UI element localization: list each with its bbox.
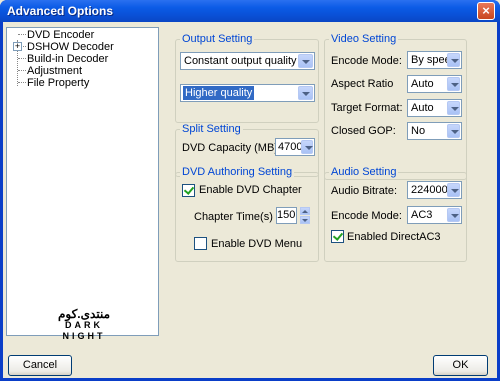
logo-arabic-text: منتدى.كوم [57,307,111,321]
tree-item-adjustment[interactable]: Adjustment [27,65,82,77]
tree-item-dvd-encoder[interactable]: DVD Encoder [27,29,94,41]
closed-gop-label: Closed GOP: [331,125,396,137]
quality-mode-value: Constant output quality [184,55,297,67]
audio-setting-title: Audio Setting [329,166,399,178]
close-icon[interactable]: × [477,2,495,20]
output-setting-title: Output Setting [180,33,255,45]
tree-connector [18,70,26,71]
watermark-logo: منتدى.كوم DARK NIGHT [47,307,121,341]
chevron-down-icon[interactable] [447,208,460,222]
chevron-down-icon[interactable] [447,77,460,91]
advanced-options-window: Advanced Options × DVD Encoder + DSHOW D… [0,0,500,381]
audio-encode-mode-dropdown[interactable]: AC3 [407,206,462,224]
quality-level-dropdown[interactable]: Higher quality [180,84,315,102]
encode-mode-label: Encode Mode: [331,55,402,67]
chapter-time-label: Chapter Time(s) [194,211,273,223]
enable-dvd-menu-checkbox[interactable] [194,237,207,250]
expand-plus-icon[interactable]: + [13,42,22,51]
dvd-capacity-value: 4700 [278,141,303,153]
enabled-direct-ac3-checkbox[interactable] [331,230,344,243]
tree-connector [18,82,26,83]
tree-connector [18,34,26,35]
closed-gop-value: No [411,125,426,137]
target-format-value: Auto [411,102,434,114]
chevron-down-icon[interactable] [301,140,313,154]
quality-level-value: Higher quality [183,86,255,100]
chevron-down-icon[interactable] [447,53,460,67]
video-setting-title: Video Setting [329,33,399,45]
enable-dvd-chapter-label: Enable DVD Chapter [199,184,302,196]
chapter-time-spinner[interactable] [300,207,310,224]
target-format-dropdown[interactable]: Auto [407,99,462,117]
audio-encode-mode-label: Encode Mode: [331,210,402,222]
chevron-down-icon[interactable] [447,124,460,138]
enabled-direct-ac3-label: Enabled DirectAC3 [347,231,441,243]
output-setting-group: Output Setting Constant output quality H… [175,33,319,123]
dvd-capacity-label: DVD Capacity (MB): [182,142,282,154]
aspect-ratio-dropdown[interactable]: Auto [407,75,462,93]
audio-bitrate-value: 224000 [411,184,448,196]
tree-item-file-property[interactable]: File Property [27,77,89,89]
dvd-authoring-group: DVD Authoring Setting Enable DVD Chapter… [175,166,319,262]
video-encode-mode-dropdown[interactable]: By speed [407,51,462,69]
title-bar[interactable]: Advanced Options × [0,0,500,22]
chevron-down-icon[interactable] [298,86,313,100]
tree-item-dshow-decoder[interactable]: DSHOW Decoder [27,41,114,53]
dvd-authoring-title: DVD Authoring Setting [180,166,295,178]
chevron-down-icon[interactable] [298,54,313,68]
ok-button[interactable]: OK [433,355,488,376]
quality-mode-dropdown[interactable]: Constant output quality [180,52,315,70]
aspect-ratio-value: Auto [411,78,434,90]
window-title: Advanced Options [7,4,114,18]
tree-item-build-in-decoder[interactable]: Build-in Decoder [27,53,108,65]
dialog-body: DVD Encoder + DSHOW Decoder Build-in Dec… [3,22,497,378]
video-setting-group: Video Setting Encode Mode: By speed Aspe… [324,33,467,180]
audio-setting-group: Audio Setting Audio Bitrate: 224000 Enco… [324,166,467,262]
arrow-up-icon[interactable] [300,207,310,215]
chapter-time-input[interactable]: 150 [276,207,297,224]
chevron-down-icon[interactable] [447,183,460,197]
enable-dvd-chapter-checkbox[interactable] [182,184,195,197]
audio-encode-mode-value: AC3 [411,209,433,221]
closed-gop-dropdown[interactable]: No [407,122,462,140]
audio-bitrate-label: Audio Bitrate: [331,185,398,197]
cancel-button[interactable]: Cancel [8,355,72,376]
tree-connector [18,58,26,59]
chevron-down-icon[interactable] [447,101,460,115]
enable-dvd-menu-label: Enable DVD Menu [211,238,303,250]
target-format-label: Target Format: [331,102,403,114]
settings-tree: DVD Encoder + DSHOW Decoder Build-in Dec… [6,27,159,341]
audio-bitrate-dropdown[interactable]: 224000 [407,181,462,199]
aspect-ratio-label: Aspect Ratio [331,78,394,90]
split-setting-title: Split Setting [180,123,243,135]
logo-english-text: DARK NIGHT [62,320,106,341]
dvd-capacity-dropdown[interactable]: 4700 [275,138,315,156]
arrow-down-icon[interactable] [300,216,310,224]
